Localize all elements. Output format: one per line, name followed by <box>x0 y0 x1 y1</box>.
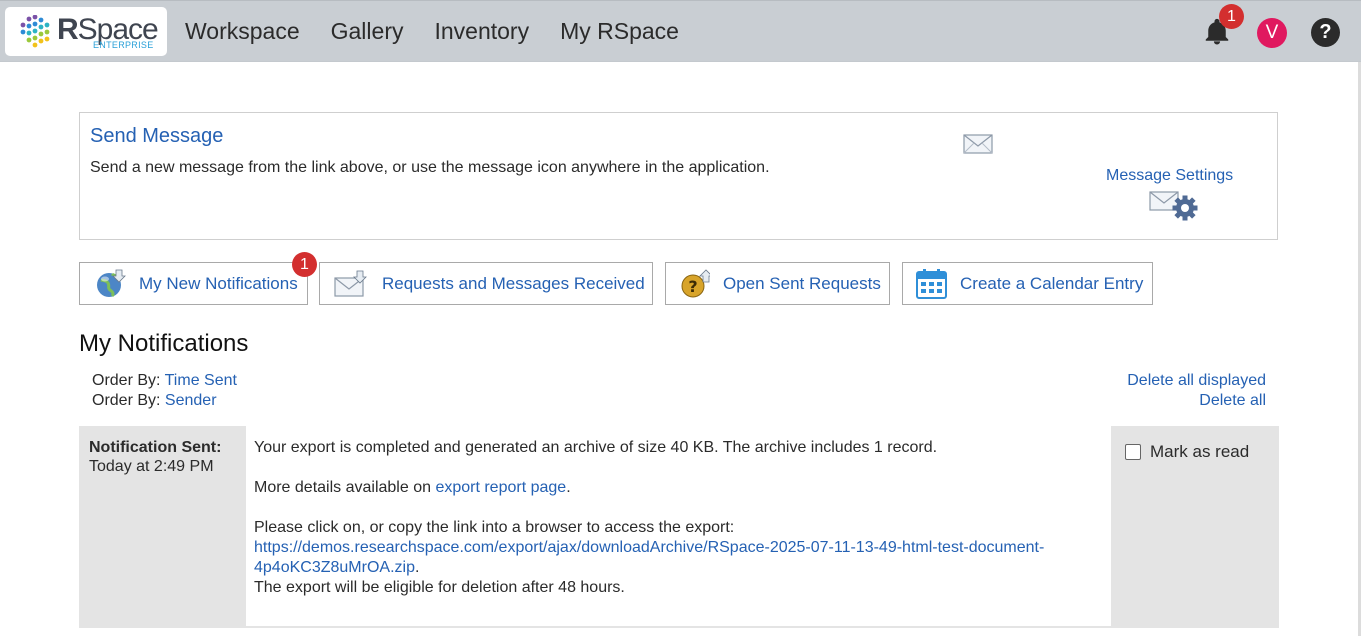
envelope-icon[interactable] <box>963 134 993 154</box>
order-by-time-sent-link[interactable]: Time Sent <box>165 372 237 389</box>
export-download-link[interactable]: https://demos.researchspace.com/export/a… <box>254 539 1044 576</box>
logo-edition: ENTERPRISE <box>93 40 154 50</box>
order-by-time-row: Order By: Time Sent <box>92 372 237 390</box>
message-settings-link[interactable]: Message Settings <box>1106 167 1233 185</box>
requests-and-messages-received-button[interactable]: Requests and Messages Received <box>319 262 653 305</box>
top-navigation-bar: RSpace ENTERPRISE Workspace Gallery Inve… <box>0 0 1361 62</box>
mark-as-read-label: Mark as read <box>1150 442 1250 461</box>
notification-export-summary: Your export is completed and generated a… <box>254 439 938 456</box>
help-icon[interactable]: ? <box>1311 18 1340 47</box>
delete-all-displayed-link[interactable]: Delete all displayed <box>1127 372 1266 390</box>
my-new-notifications-button[interactable]: My New Notifications <box>79 262 308 305</box>
order-by-label: Order By: <box>92 392 161 409</box>
mark-as-read-control[interactable]: Mark as read <box>1125 442 1249 462</box>
nav-my-rspace[interactable]: My RSpace <box>560 17 679 45</box>
my-new-notifications-label: My New Notifications <box>139 273 298 293</box>
user-avatar[interactable]: V <box>1257 18 1287 48</box>
order-by-label: Order By: <box>92 372 161 389</box>
create-calendar-entry-label: Create a Calendar Entry <box>960 273 1144 293</box>
new-notifications-count-badge: 1 <box>292 252 317 277</box>
notification-export-link-block: Please click on, or copy the link into a… <box>254 518 1094 598</box>
notification-count-badge: 1 <box>1219 4 1244 29</box>
requests-and-messages-received-label: Requests and Messages Received <box>382 273 645 293</box>
notification-message: Your export is completed and generated a… <box>246 426 1111 626</box>
mark-as-read-checkbox[interactable] <box>1125 444 1141 460</box>
send-message-description: Send a new message from the link above, … <box>90 159 770 176</box>
create-calendar-entry-button[interactable]: Create a Calendar Entry <box>902 262 1153 305</box>
delete-all-link[interactable]: Delete all <box>1199 392 1266 410</box>
nav-inventory[interactable]: Inventory <box>434 17 529 45</box>
message-settings-gear-icon[interactable] <box>1149 189 1201 223</box>
svg-text:?: ? <box>688 277 697 296</box>
calendar-icon <box>916 269 947 299</box>
question-request-icon: ? <box>681 268 710 297</box>
notification-sent-info: Notification Sent: Today at 2:49 PM <box>89 438 239 476</box>
notification-deletion-note: The export will be eligible for deletion… <box>254 579 625 596</box>
export-report-page-link[interactable]: export report page <box>435 479 566 496</box>
send-message-link[interactable]: Send Message <box>90 125 223 148</box>
notification-details-line: More details available on export report … <box>254 479 571 496</box>
order-by-sender-row: Order By: Sender <box>92 392 217 410</box>
notification-sent-time: Today at 2:49 PM <box>89 458 214 475</box>
order-by-sender-link[interactable]: Sender <box>165 392 217 409</box>
nav-workspace[interactable]: Workspace <box>185 17 300 45</box>
globe-notification-icon <box>97 269 126 298</box>
open-sent-requests-label: Open Sent Requests <box>723 273 881 293</box>
notification-row: Notification Sent: Today at 2:49 PM Your… <box>79 426 1279 628</box>
my-notifications-heading: My Notifications <box>79 330 249 357</box>
logo-hex-dots-icon <box>20 15 50 48</box>
notification-sent-label: Notification Sent: <box>89 439 222 456</box>
nav-gallery[interactable]: Gallery <box>331 17 404 45</box>
notification-copy-instruction: Please click on, or copy the link into a… <box>254 519 735 536</box>
inbox-envelope-icon <box>334 270 367 297</box>
rspace-logo[interactable]: RSpace ENTERPRISE <box>5 7 167 56</box>
open-sent-requests-button[interactable]: ? Open Sent Requests <box>665 262 890 305</box>
send-message-panel: Send Message Send a new message from the… <box>79 112 1278 240</box>
main-nav: Workspace Gallery Inventory My RSpace <box>185 17 679 45</box>
